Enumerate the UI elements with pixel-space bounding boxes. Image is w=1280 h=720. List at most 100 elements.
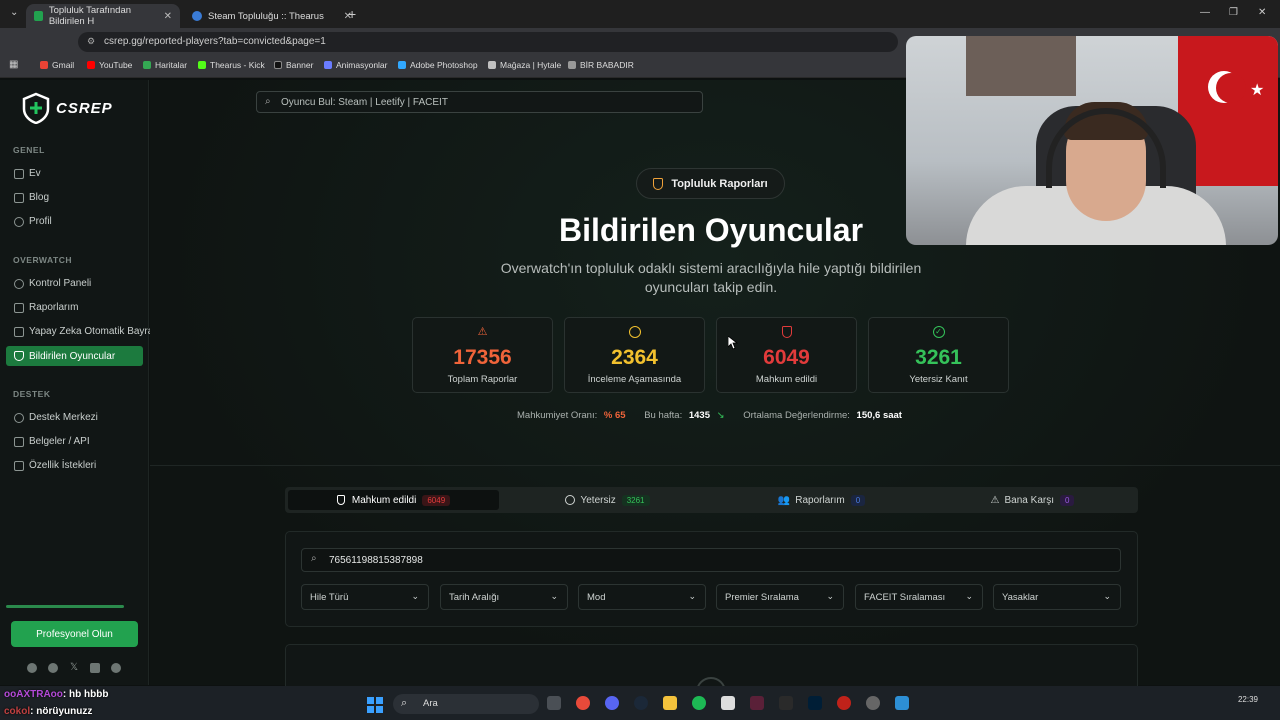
- sidebar-item-profil[interactable]: Profil: [14, 216, 52, 227]
- chevron-down-icon: ⌄: [826, 591, 834, 601]
- sidebar-item-raporlarim[interactable]: Raporlarım: [14, 302, 78, 313]
- flag-icon: [14, 326, 24, 337]
- logo-text: CSREP: [56, 99, 113, 117]
- bookmark-bir-babadir[interactable]: BİR BABADIR: [568, 60, 634, 70]
- filter-date-range[interactable]: Tarih Aralığı ⌄: [440, 584, 568, 610]
- spotify-icon[interactable]: [692, 696, 706, 710]
- filter-bans[interactable]: Yasaklar ⌄: [993, 584, 1121, 610]
- chevron-down-icon: ⌄: [411, 591, 419, 601]
- stat-card-total: ⚠ 17356 Toplam Raporlar: [412, 317, 553, 393]
- restore-icon[interactable]: ❐: [1229, 7, 1238, 18]
- tab-against-me[interactable]: ⚠ Bana Karşı 0: [930, 490, 1135, 510]
- stat-label: Yetersiz Kanıt: [909, 374, 968, 385]
- bookmark-youtube[interactable]: YouTube: [87, 60, 132, 70]
- tab-convicted[interactable]: Mahkum edildi 6049: [288, 490, 499, 510]
- discord-icon[interactable]: [27, 663, 37, 673]
- this-week-label: Bu hafta:: [644, 410, 683, 421]
- stat-label: İnceleme Aşamasında: [587, 374, 682, 385]
- shield-icon: [781, 326, 792, 338]
- site-info-icon[interactable]: ⚙: [87, 36, 95, 47]
- stream-chat-overlay: ooAXTRAoo: hb hbbb cokol: nörüyunuzz: [4, 686, 108, 720]
- photoshop-icon[interactable]: [808, 696, 822, 710]
- csrep-logo[interactable]: CSREP: [20, 92, 113, 124]
- sidebar-item-bildirilen-oyuncular[interactable]: Bildirilen Oyuncular: [6, 346, 143, 366]
- conviction-rate-value: % 65: [603, 410, 626, 421]
- player-search-input[interactable]: ⌕ Oyuncu Bul: Steam | Leetify | FACEIT: [256, 91, 703, 113]
- app-red-icon[interactable]: [837, 696, 851, 710]
- discord-app-icon[interactable]: [605, 696, 619, 710]
- tab-search-chevron-icon[interactable]: ⌄: [10, 7, 18, 18]
- windows-start-icon[interactable]: [367, 697, 383, 713]
- taskbar-search[interactable]: ⌕ Ara: [393, 694, 539, 714]
- tab-my-reports[interactable]: 👥 Raporlarım 0: [716, 490, 927, 510]
- page-title: Bildirilen Oyuncular: [558, 212, 864, 248]
- system-clock[interactable]: 22:39: [1238, 694, 1258, 705]
- avg-review-label: Ortalama Değerlendirme:: [743, 410, 850, 421]
- epic-games-icon[interactable]: [779, 696, 793, 710]
- steam-id-search-input[interactable]: ⌕ 76561198815387898: [301, 548, 1121, 572]
- bookmark-haritalar[interactable]: Haritalar: [143, 60, 187, 70]
- steam-favicon-icon: [192, 11, 202, 21]
- sidebar-scrollbar[interactable]: [6, 605, 124, 608]
- youtube-icon[interactable]: [90, 663, 100, 673]
- obs-icon[interactable]: [866, 696, 880, 710]
- tab-count-badge: 0: [850, 494, 866, 506]
- metrics-row: Mahkumiyet Oranı: % 65 Bu hafta: 1435 ↘ …: [517, 410, 902, 421]
- warning-icon: ⚠: [477, 326, 488, 338]
- filter-premier-rank[interactable]: Premier Sıralama ⌄: [716, 584, 844, 610]
- shield-icon: [14, 351, 24, 361]
- close-tab-icon[interactable]: ✕: [164, 11, 172, 22]
- section-title-destek: DESTEK: [13, 389, 51, 399]
- book-open-icon: [14, 436, 24, 447]
- tab-insufficient[interactable]: Yetersiz 3261: [502, 490, 713, 510]
- bookmark-hytale[interactable]: Mağaza | Hytale: [488, 60, 561, 70]
- file-explorer-icon[interactable]: [663, 696, 677, 710]
- bookmark-banner[interactable]: Banner: [274, 60, 313, 70]
- chrome-icon[interactable]: [576, 696, 590, 710]
- url-text: csrep.gg/reported-players?tab=convicted&…: [104, 36, 326, 47]
- minimize-icon[interactable]: —: [1200, 7, 1210, 18]
- sidebar-item-blog[interactable]: Blog: [14, 192, 49, 203]
- sidebar-item-destek-merkezi[interactable]: Destek Merkezi: [14, 412, 98, 423]
- steam-app-icon[interactable]: [634, 696, 648, 710]
- search-value: 76561198815387898: [329, 555, 423, 566]
- bookmark-gmail[interactable]: Gmail: [40, 60, 74, 70]
- reddit-icon[interactable]: [111, 663, 121, 673]
- sidebar-item-yapay-zeka[interactable]: Yapay Zeka Otomatik Bayra: [14, 326, 153, 337]
- sidebar-item-ev[interactable]: Ev: [14, 168, 41, 179]
- sidebar-item-kontrol-paneli[interactable]: Kontrol Paneli: [14, 278, 91, 289]
- filter-mode[interactable]: Mod ⌄: [578, 584, 706, 610]
- check-circle-icon: ✓: [932, 326, 945, 338]
- chevron-down-icon: ⌄: [1103, 591, 1111, 601]
- browser-tab-active[interactable]: Topluluk Tarafından Bildirilen H ✕: [26, 4, 180, 28]
- warning-icon: ⚠: [990, 494, 1000, 506]
- bookmark-animasyonlar[interactable]: Animasyonlar: [324, 60, 388, 70]
- sidebar-item-belgeler-api[interactable]: Belgeler / API: [14, 436, 90, 447]
- tab-label: Topluluk Tarafından Bildirilen H: [48, 5, 132, 27]
- steam-icon[interactable]: [48, 663, 58, 673]
- browser-tab-steam[interactable]: Steam Topluluğu :: Thearus ✕: [184, 4, 360, 28]
- user-icon: [14, 216, 24, 227]
- bookmark-photoshop[interactable]: Adobe Photoshop: [398, 60, 478, 70]
- bookmark-kick[interactable]: Thearus - Kick: [198, 60, 265, 70]
- task-view-icon[interactable]: [547, 696, 561, 710]
- x-circle-icon: [565, 495, 576, 505]
- close-window-icon[interactable]: ✕: [1258, 7, 1266, 18]
- x-twitter-icon[interactable]: 𝕏: [69, 663, 79, 673]
- community-reports-badge: Topluluk Raporları: [636, 168, 785, 199]
- help-circle-icon: [14, 412, 24, 423]
- new-tab-icon[interactable]: +: [348, 6, 356, 22]
- app-icon[interactable]: [750, 696, 764, 710]
- capcut-icon[interactable]: [721, 696, 735, 710]
- filter-cheat-type[interactable]: Hile Türü ⌄: [301, 584, 429, 610]
- tab-count-badge: 0: [1060, 494, 1075, 506]
- pro-upgrade-button[interactable]: Profesyonel Olun: [11, 621, 138, 647]
- apps-grid-icon[interactable]: ▦: [9, 59, 18, 70]
- chevron-down-icon: ⌄: [550, 591, 558, 601]
- app-blue-icon[interactable]: [895, 696, 909, 710]
- filter-faceit-rank[interactable]: FACEIT Sıralaması ⌄: [855, 584, 983, 610]
- url-field[interactable]: ⚙ csrep.gg/reported-players?tab=convicte…: [78, 32, 898, 52]
- chevron-down-icon: ⌄: [688, 591, 696, 601]
- sidebar-item-ozellik-istekleri[interactable]: Özellik İstekleri: [14, 460, 96, 471]
- book-icon: [14, 192, 24, 203]
